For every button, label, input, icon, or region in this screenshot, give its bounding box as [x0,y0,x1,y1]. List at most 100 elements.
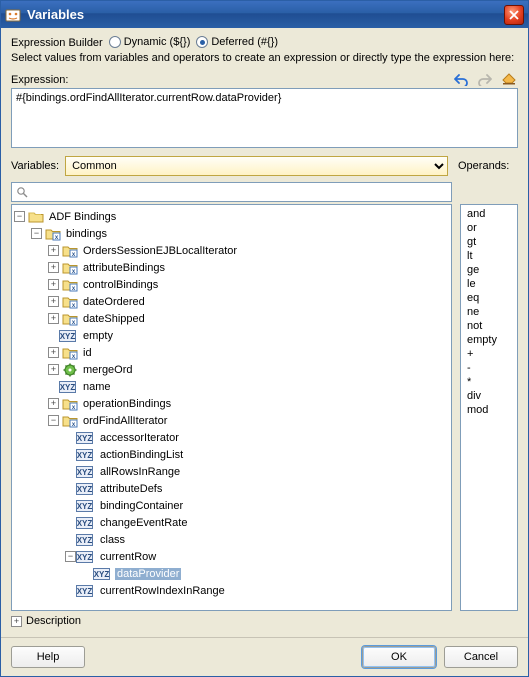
ok-button[interactable]: OK [362,646,436,668]
tree-attributebindings-label[interactable]: attributeBindings [81,262,167,274]
expand-icon[interactable]: + [48,296,59,307]
tree-node: XYZname [48,378,449,395]
operand-item[interactable]: and [465,207,513,221]
operand-item[interactable]: * [465,375,513,389]
operand-item[interactable]: le [465,277,513,291]
expand-icon[interactable]: + [48,313,59,324]
operand-item[interactable]: ge [465,263,513,277]
tree-controlbindings-label[interactable]: controlBindings [81,279,160,291]
operand-item[interactable]: empty [465,333,513,347]
tree-currentrowindexinrange-label[interactable]: currentRowIndexInRange [98,585,227,597]
tree-controlbindings-icon: x [62,278,78,292]
undo-icon[interactable] [452,70,470,88]
collapse-icon[interactable]: − [14,211,25,222]
tree-actionbindinglist-label[interactable]: actionBindingList [98,449,185,461]
twisty-spacer [65,585,76,596]
tree-accessoriterator-label[interactable]: accessorIterator [98,432,181,444]
expand-icon[interactable]: + [48,245,59,256]
operand-item[interactable]: - [465,361,513,375]
operand-item[interactable]: div [465,389,513,403]
tree-mergeord-label[interactable]: mergeOrd [81,364,135,376]
tree-class-label[interactable]: class [98,534,127,546]
tree-dataprovider-label[interactable]: dataProvider [115,568,181,580]
tree-currentrow-label[interactable]: currentRow [98,551,158,563]
tree-currentrow-icon: XYZ [79,550,95,564]
window-title: Variables [27,7,84,22]
radio-dynamic-label: Dynamic (${}) [124,36,191,48]
tree-node: + x dateOrdered [48,293,449,310]
collapse-icon[interactable]: − [48,415,59,426]
tree-dateshipped-icon: x [62,312,78,326]
tree-orderssessionejblocaliterator-label[interactable]: OrdersSessionEJBLocalIterator [81,245,239,257]
tree-node: + x attributeBindings [48,259,449,276]
titlebar: Variables [1,1,528,28]
tree-allrowsinrange-label[interactable]: allRowsInRange [98,466,182,478]
expression-label: Expression: [11,74,68,86]
tree-id-label[interactable]: id [81,347,94,359]
operand-item[interactable]: gt [465,235,513,249]
cancel-button[interactable]: Cancel [444,646,518,668]
tree-node: XYZbindingContainer [65,497,449,514]
operand-item[interactable]: eq [465,291,513,305]
operand-item[interactable]: mod [465,403,513,417]
operand-item[interactable]: + [465,347,513,361]
tree-node: + x operationBindings [48,395,449,412]
description-label: Description [26,615,81,627]
twisty-spacer [82,568,93,579]
tree-operationbindings-label[interactable]: operationBindings [81,398,173,410]
tree-changeeventrate-icon: XYZ [79,516,95,530]
operands-label: Operands: [458,160,518,172]
operand-item[interactable]: lt [465,249,513,263]
expand-icon[interactable]: + [48,398,59,409]
tree-bindingcontainer-label[interactable]: bindingContainer [98,500,185,512]
tree-node: + mergeOrd [48,361,449,378]
twisty-spacer [65,432,76,443]
radio-deferred[interactable]: Deferred (#{}) [196,36,278,48]
expand-icon[interactable]: + [48,364,59,375]
tree-dateordered-label[interactable]: dateOrdered [81,296,147,308]
twisty-spacer [48,330,59,341]
tree-node-adf-label[interactable]: ADF Bindings [47,211,118,223]
tree-node: − x ordFindAllIteratorXYZaccessorIterato… [48,412,449,599]
tree-attributedefs-label[interactable]: attributeDefs [98,483,164,495]
tree-name-label[interactable]: name [81,381,113,393]
tree-node: XYZattributeDefs [65,480,449,497]
tree-accessoriterator-icon: XYZ [79,431,95,445]
collapse-icon[interactable]: − [65,551,76,562]
dialog-window: Variables Expression Builder Dynamic (${… [0,0,529,677]
operand-item[interactable]: ne [465,305,513,319]
tree-node: XYZchangeEventRate [65,514,449,531]
operand-item[interactable]: not [465,319,513,333]
expand-icon[interactable]: + [48,347,59,358]
tree-empty-label[interactable]: empty [81,330,115,342]
description-row[interactable]: + Description [11,615,518,627]
tree-bindings-label[interactable]: bindings [64,228,109,240]
expression-input[interactable] [11,88,518,148]
tree-dataprovider-icon: XYZ [96,567,112,581]
expand-icon[interactable]: + [48,262,59,273]
tree-node: XYZallRowsInRange [65,463,449,480]
collapse-icon[interactable]: − [31,228,42,239]
tree-changeeventrate-label[interactable]: changeEventRate [98,517,189,529]
tree-node-bindings: − x bindings + x OrdersSessionEJBLocalIte… [31,225,449,599]
expand-icon: + [11,616,22,627]
content-area: Expression Builder Dynamic (${}) Deferre… [1,28,528,637]
help-button[interactable]: Help [11,646,85,668]
variables-tree[interactable]: − ADF Bindings− x bindings+ x OrdersSess… [11,204,452,611]
redo-icon[interactable] [476,70,494,88]
eraser-icon[interactable] [500,70,518,88]
tree-dateshipped-label[interactable]: dateShipped [81,313,147,325]
tree-attributebindings-icon: x [62,261,78,275]
search-input[interactable] [32,185,447,199]
radio-dynamic[interactable]: Dynamic (${}) [109,36,191,48]
variables-select[interactable]: Common [65,156,448,176]
expand-icon[interactable]: + [48,279,59,290]
tree-node: XYZcurrentRowIndexInRange [65,582,449,599]
twisty-spacer [65,466,76,477]
close-button[interactable] [504,5,524,25]
tree-bindings-icon: x [45,227,61,241]
tree-attributedefs-icon: XYZ [79,482,95,496]
operand-item[interactable]: or [465,221,513,235]
operands-list[interactable]: andorgtltgeleeqnenotempty+-*divmod [460,204,518,611]
tree-ordfindalliterator-label[interactable]: ordFindAllIterator [81,415,169,427]
